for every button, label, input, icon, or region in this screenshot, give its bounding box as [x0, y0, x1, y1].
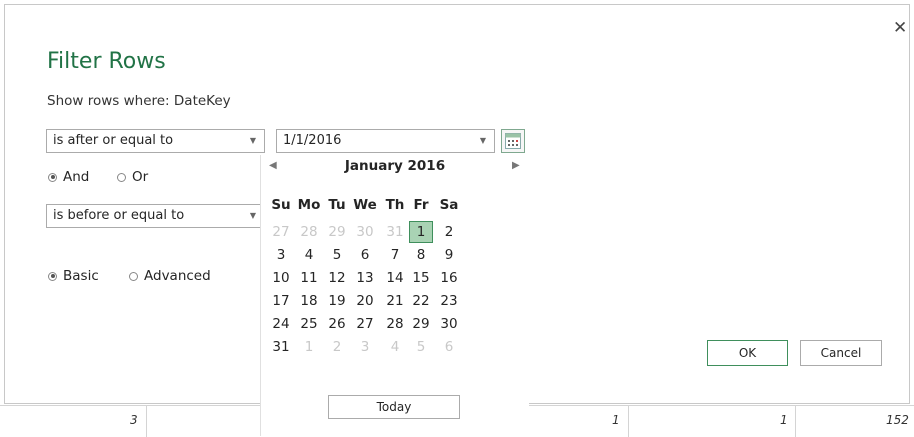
calendar-day[interactable]: 18: [297, 290, 321, 312]
calendar-day[interactable]: 31: [383, 221, 407, 243]
weekday-header: Tu: [328, 197, 346, 213]
mode-basic-label: Basic: [63, 268, 99, 284]
calendar-day[interactable]: 17: [269, 290, 293, 312]
weekday-header: We: [353, 197, 377, 213]
dialog-title: Filter Rows: [47, 49, 166, 74]
calendar-day[interactable]: 5: [409, 336, 433, 358]
calendar-day[interactable]: 27: [269, 221, 293, 243]
close-icon[interactable]: ✕: [893, 20, 907, 37]
calendar-day[interactable]: 16: [437, 267, 461, 289]
radio-unselected-icon: [117, 172, 126, 182]
chevron-down-icon: ▼: [479, 136, 486, 145]
grid-cell: 152: [886, 413, 909, 427]
chevron-down-icon: ▼: [249, 211, 256, 220]
calendar-day-selected[interactable]: 1: [409, 221, 433, 243]
condition1-operator-dropdown[interactable]: is after or equal to ▼: [46, 129, 265, 153]
weekday-header: Th: [385, 197, 405, 213]
calendar-day[interactable]: 2: [437, 221, 461, 243]
condition2-operator-value: is before or equal to: [53, 208, 185, 223]
calendar-picker-button[interactable]: [501, 129, 525, 153]
dialog-subtitle: Show rows where: DateKey: [47, 93, 231, 109]
next-month-icon[interactable]: ▶: [512, 160, 520, 171]
calendar-day[interactable]: 11: [297, 267, 321, 289]
calendar-day[interactable]: 9: [437, 244, 461, 266]
weekday-header: Mo: [297, 197, 321, 213]
calendar-day[interactable]: 20: [353, 290, 377, 312]
calendar-day[interactable]: 19: [325, 290, 349, 312]
calendar-month-label: January 2016: [344, 158, 446, 174]
calendar-day[interactable]: 27: [353, 313, 377, 335]
calendar-day[interactable]: 6: [437, 336, 461, 358]
calendar-day[interactable]: 4: [297, 244, 321, 266]
weekday-header: Fr: [413, 197, 429, 213]
radio-unselected-icon: [129, 271, 138, 281]
calendar-day[interactable]: 29: [409, 313, 433, 335]
logic-or-label: Or: [132, 169, 149, 185]
grid-divider: [628, 406, 629, 437]
calendar-day[interactable]: 1: [297, 336, 321, 358]
ok-button[interactable]: OK: [707, 340, 788, 366]
grid-cell: 1: [780, 413, 788, 427]
today-button[interactable]: Today: [328, 395, 460, 419]
grid-divider: [795, 406, 796, 437]
logic-or-radio[interactable]: Or: [117, 169, 148, 185]
grid-cell: 1: [612, 413, 620, 427]
calendar-icon: [505, 133, 521, 149]
cancel-button[interactable]: Cancel: [800, 340, 882, 366]
calendar-day[interactable]: 14: [383, 267, 407, 289]
radio-selected-icon: [48, 271, 57, 281]
calendar-day[interactable]: 21: [383, 290, 407, 312]
calendar-day[interactable]: 25: [297, 313, 321, 335]
calendar-day[interactable]: 6: [353, 244, 377, 266]
calendar-popup: ◀ January 2016 ▶ Today Su Mo Tu We Th Fr Sa 27 2…: [260, 155, 529, 436]
calendar-day[interactable]: 10: [269, 267, 293, 289]
weekday-header: Su: [271, 197, 291, 213]
calendar-day[interactable]: 28: [383, 313, 407, 335]
calendar-day[interactable]: 7: [383, 244, 407, 266]
calendar-day[interactable]: 28: [297, 221, 321, 243]
calendar-day[interactable]: 3: [269, 244, 293, 266]
calendar-day[interactable]: 24: [269, 313, 293, 335]
calendar-day[interactable]: 2: [325, 336, 349, 358]
calendar-day[interactable]: 29: [325, 221, 349, 243]
calendar-day[interactable]: 31: [269, 336, 293, 358]
calendar-day[interactable]: 8: [409, 244, 433, 266]
calendar-day[interactable]: 23: [437, 290, 461, 312]
radio-selected-icon: [48, 172, 57, 182]
calendar-day[interactable]: 30: [353, 221, 377, 243]
chevron-down-icon: ▼: [249, 136, 256, 145]
calendar-day[interactable]: 4: [383, 336, 407, 358]
calendar-day[interactable]: 30: [437, 313, 461, 335]
condition1-operator-value: is after or equal to: [53, 133, 174, 148]
mode-basic-radio[interactable]: Basic: [48, 268, 99, 284]
grid-cell: 3: [130, 413, 138, 427]
calendar-day[interactable]: 12: [325, 267, 349, 289]
logic-and-label: And: [63, 169, 90, 185]
calendar-day[interactable]: 5: [325, 244, 349, 266]
condition2-operator-dropdown[interactable]: is before or equal to ▼: [46, 204, 265, 228]
mode-advanced-radio[interactable]: Advanced: [129, 268, 211, 284]
grid-divider: [146, 406, 147, 437]
logic-and-radio[interactable]: And: [48, 169, 89, 185]
calendar-day[interactable]: 3: [353, 336, 377, 358]
calendar-day[interactable]: 15: [409, 267, 433, 289]
calendar-day[interactable]: 22: [409, 290, 433, 312]
mode-advanced-label: Advanced: [144, 268, 211, 284]
weekday-header: Sa: [439, 197, 459, 213]
calendar-day[interactable]: 13: [353, 267, 377, 289]
condition1-value: 1/1/2016: [283, 133, 342, 148]
calendar-day[interactable]: 26: [325, 313, 349, 335]
condition1-value-input[interactable]: 1/1/2016 ▼: [276, 129, 495, 153]
